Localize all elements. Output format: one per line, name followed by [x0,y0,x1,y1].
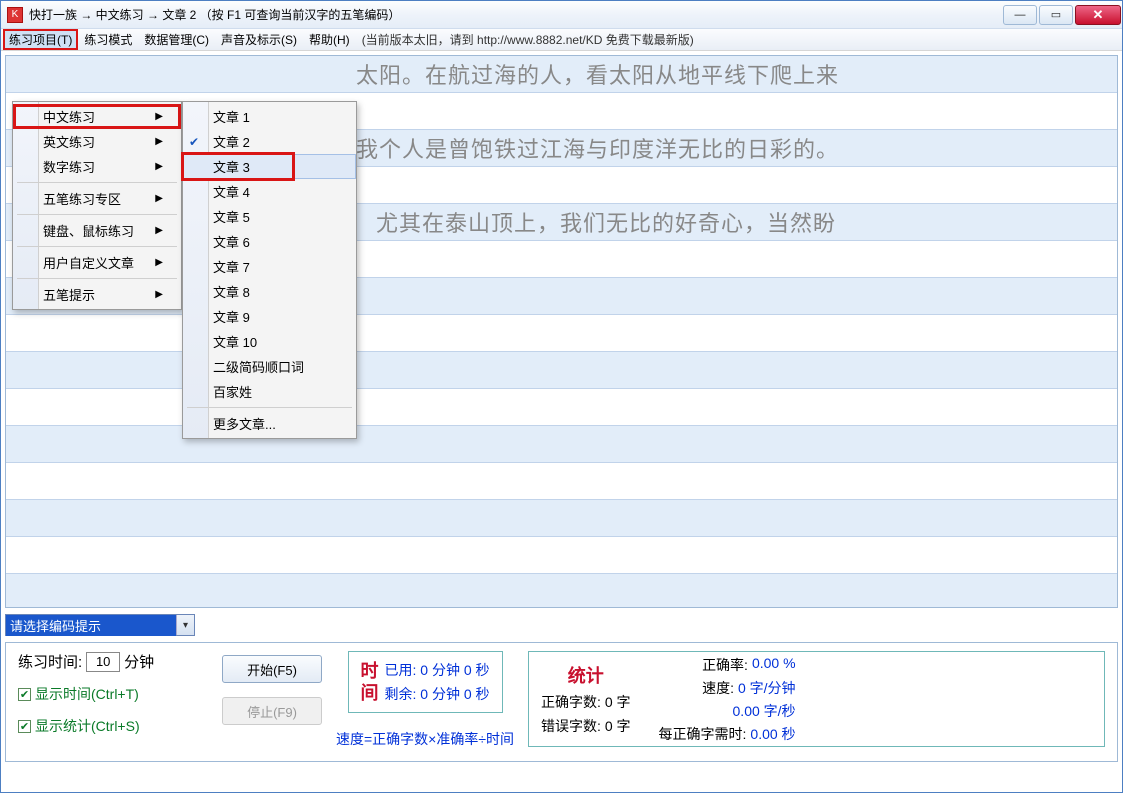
checkbox-icon: ✔ [18,688,31,701]
lesson-line-1: 太阳。在航过海的人，看太阳从地平线下爬上来 [6,56,1117,93]
lesson-blank-1b [6,315,1117,352]
menu2-article-2[interactable]: ✔文章 2 [183,129,356,154]
menu2-article-8[interactable]: 文章 8 [183,279,356,304]
menu2-article-7[interactable]: 文章 7 [183,254,356,279]
lesson-blank-3 [6,426,1117,463]
titlebar: K 快打一族 → 中文练习 → 文章 2 （按 F1 可查询当前汉字的五笔编码）… [1,1,1122,29]
chevron-right-icon: ▶ [155,257,163,268]
menu1-item-custom[interactable]: 用户自定义文章▶ [13,250,181,275]
menu2-more[interactable]: 更多文章... [183,411,356,436]
maximize-button[interactable]: ▭ [1039,5,1073,25]
menu-separator [17,278,177,279]
stats-box: 统计 正确字数: 0 字 错误字数: 0 字 正确率:0.00 % 速度:0 字… [528,651,1105,747]
chinese-articles-submenu: 文章 1 ✔文章 2 文章 3 文章 4 文章 5 文章 6 文章 7 文章 8… [182,101,357,439]
time-box: 时 间 已用: 0 分钟 0 秒 剩余: 0 分钟 0 秒 [348,651,503,713]
lesson-blank-4 [6,500,1117,537]
practice-menu-popup: 中文练习▶ 英文练习▶ 数字练习▶ 五笔练习专区▶ 键盘、鼠标练习▶ 用户自定义… [12,101,182,310]
menu-sound[interactable]: 声音及标示(S) [215,29,303,50]
menu2-simplecode[interactable]: 二级简码顺口词 [183,354,356,379]
hint-bar: 请选择编码提示 ▾ [5,614,1118,636]
time-label: 时 间 [361,658,379,706]
chevron-right-icon: ▶ [155,136,163,147]
menu2-article-9[interactable]: 文章 9 [183,304,356,329]
menu2-article-5[interactable]: 文章 5 [183,204,356,229]
menu-separator [187,407,352,408]
version-info: (当前版本太旧，请到 http://www.8882.net/KD 免费下载最新… [362,31,694,48]
time-panel: 时 间 已用: 0 分钟 0 秒 剩余: 0 分钟 0 秒 速度=正确字数×准确… [336,651,514,749]
app-icon: K [7,7,23,23]
stats-left: 统计 正确字数: 0 字 错误字数: 0 字 [541,658,630,740]
menu-practice[interactable]: 练习项目(T) [3,29,78,50]
lesson-blank-2 [6,352,1117,389]
chevron-right-icon: ▶ [155,225,163,236]
stop-button: 停止(F9) [222,697,322,725]
app-window: K 快打一族 → 中文练习 → 文章 2 （按 F1 可查询当前汉字的五笔编码）… [0,0,1123,793]
check-icon: ✔ [189,135,199,149]
dropdown-selected: 请选择编码提示 [6,615,176,636]
chevron-right-icon: ▶ [155,193,163,204]
menu1-item-chinese[interactable]: 中文练习▶ [13,104,181,129]
menubar: 练习项目(T) 练习模式 数据管理(C) 声音及标示(S) 帮助(H) (当前版… [1,29,1122,51]
lesson-blank-2b [6,389,1117,426]
menu-help[interactable]: 帮助(H) [303,29,356,50]
encoding-hint-dropdown[interactable]: 请选择编码提示 ▾ [5,614,195,636]
window-controls: — ▭ ✕ [1002,5,1122,25]
menu2-baijiaxing[interactable]: 百家姓 [183,379,356,404]
menu2-article-1[interactable]: 文章 1 [183,104,356,129]
chevron-right-icon: ▶ [155,111,163,122]
menu1-item-keyboard[interactable]: 键盘、鼠标练习▶ [13,218,181,243]
close-button[interactable]: ✕ [1075,5,1121,25]
menu-mode[interactable]: 练习模式 [78,29,138,50]
menu-data[interactable]: 数据管理(C) [138,29,215,50]
lesson-blank-5 [6,574,1117,608]
show-stats-checkbox[interactable]: ✔ 显示统计(Ctrl+S) [18,716,208,736]
stats-right: 正确率:0.00 % 速度:0 字/分钟 0.00 字/秒 每正确字需时:0.0… [659,658,796,740]
practice-time-field: 练习时间: 分钟 [18,651,208,672]
error-chars: 错误字数: 0 字 [541,716,630,736]
chevron-down-icon: ▾ [176,615,194,635]
left-controls: 练习时间: 分钟 ✔ 显示时间(Ctrl+T) ✔ 显示统计(Ctrl+S) [18,651,208,736]
menu2-article-10[interactable]: 文章 10 [183,329,356,354]
menu2-article-4[interactable]: 文章 4 [183,179,356,204]
window-title: 快打一族 → 中文练习 → 文章 2 （按 F1 可查询当前汉字的五笔编码） [29,6,400,23]
menu2-article-3[interactable]: 文章 3 [183,154,356,179]
formula-text: 速度=正确字数×准确率÷时间 [336,729,514,749]
menu1-item-wubi-zone[interactable]: 五笔练习专区▶ [13,186,181,211]
minimize-button[interactable]: — [1003,5,1037,25]
time-values: 已用: 0 分钟 0 秒 剩余: 0 分钟 0 秒 [385,658,490,706]
menu-separator [17,246,177,247]
bottom-bar: 练习时间: 分钟 ✔ 显示时间(Ctrl+T) ✔ 显示统计(Ctrl+S) 开… [5,642,1118,762]
menu2-article-6[interactable]: 文章 6 [183,229,356,254]
checkbox-icon: ✔ [18,720,31,733]
menu1-item-english[interactable]: 英文练习▶ [13,129,181,154]
chevron-right-icon: ▶ [155,161,163,172]
menu-separator [17,214,177,215]
correct-chars: 正确字数: 0 字 [541,692,630,712]
lesson-blank-4b [6,537,1117,574]
menu1-item-number[interactable]: 数字练习▶ [13,154,181,179]
content-area: 太阳。在航过海的人，看太阳从地平线下爬上来 我个人是曾饱铁过江海与印度洋无比的日… [1,51,1122,792]
stats-header: 统计 [568,662,604,688]
lesson-blank-3b [6,463,1117,500]
menu-separator [17,182,177,183]
show-time-checkbox[interactable]: ✔ 显示时间(Ctrl+T) [18,684,208,704]
chevron-right-icon: ▶ [155,289,163,300]
action-buttons: 开始(F5) 停止(F9) [222,651,322,725]
menu1-item-wubi-hint[interactable]: 五笔提示▶ [13,282,181,307]
start-button[interactable]: 开始(F5) [222,655,322,683]
practice-time-input[interactable] [86,652,120,672]
